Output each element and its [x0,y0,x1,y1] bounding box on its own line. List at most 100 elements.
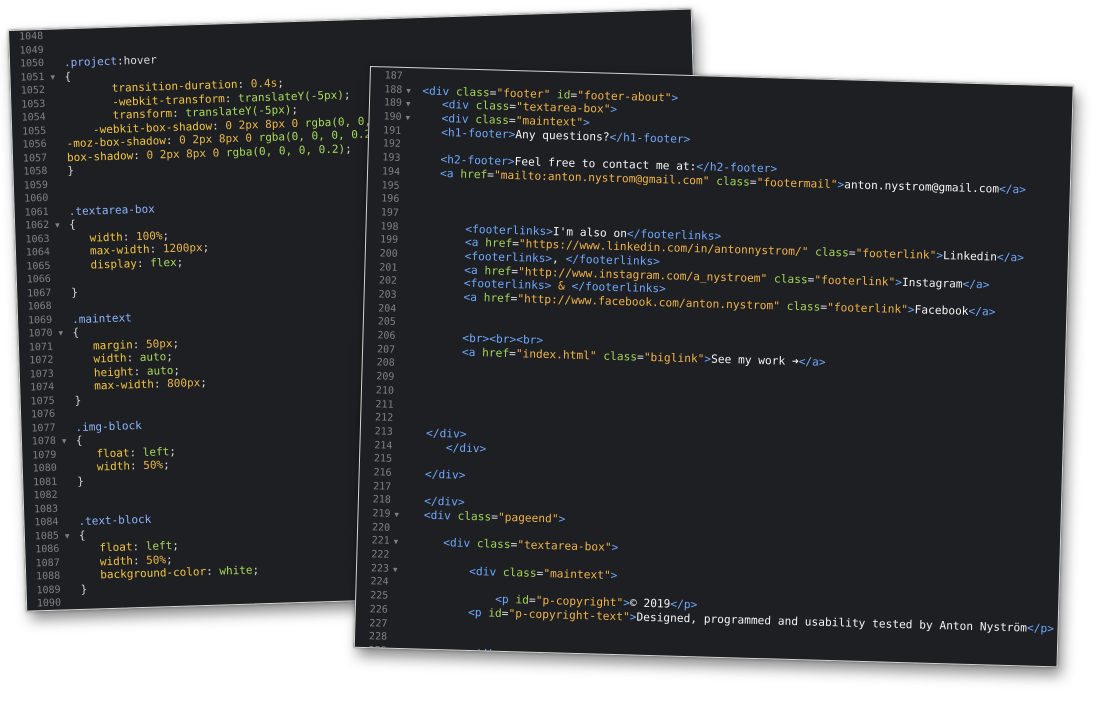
code-token: : [149,242,164,256]
line-number: 225 [369,590,389,602]
code-token: </a> [962,277,990,292]
code-token: class [779,299,821,314]
code-token: href [460,167,488,182]
code-token: > [671,91,679,105]
line-number: 1090 [36,597,62,610]
code-token: class [502,565,537,580]
code-text: } [74,393,81,407]
fold-arrow-icon[interactable]: ▼ [394,508,399,522]
code-token: : [129,458,144,473]
fold-arrow-icon[interactable]: ▼ [62,434,67,448]
line-number: 1064 [25,246,51,259]
line-number: 226 [369,604,388,616]
fold-arrow-icon[interactable]: ▼ [50,70,55,84]
line-number: 214 [374,439,393,452]
code-token: Linkedin [942,249,998,264]
line-number: 227 [369,617,388,630]
line-number: 1089 [36,584,61,596]
fold-arrow-icon[interactable]: ▼ [58,326,63,340]
code-token: } [71,285,79,299]
code-token: class [709,174,751,189]
line-number: 1050 [19,57,45,70]
line-number: 207 [376,344,396,356]
code-token: & [551,279,572,294]
code-token: href [485,236,513,251]
code-token: ; [252,563,260,577]
code-token: ; [162,228,170,242]
line-number: 1085 [34,530,60,542]
code-token: margin [92,337,133,352]
code-token: display [90,256,138,272]
code-token: float [96,445,130,460]
line-number: 1051 [20,71,45,84]
code-token: id [515,593,530,607]
line-number: 223 [370,562,390,575]
code-token: <a [464,263,485,277]
line-number: 222 [371,549,390,561]
code-token: class [596,349,638,364]
line-number: 1053 [21,98,46,111]
line-number: 199 [379,234,399,247]
line-number: 228 [368,631,388,643]
code-token: : [133,148,147,162]
code-token: .project [63,54,118,70]
html-editor-panel[interactable]: 187 188 ▼ <div class="footer" id="footer-ab… [353,66,1074,668]
code-token: </div> [445,440,487,455]
code-token: <div [423,508,458,523]
code-token: </h2-footer> [696,160,778,176]
line-number: 196 [381,193,400,206]
code-token: "footerlink" [814,273,896,289]
line-number: 206 [377,330,396,342]
line-number: 1056 [22,138,47,151]
code-token: } [80,582,88,596]
code-token: </h1-footer> [609,130,691,146]
code-token: id [550,87,571,102]
code-token: <a [464,235,486,250]
code-token: width [99,553,134,568]
line-number: 191 [382,125,402,137]
line-number: 198 [380,220,399,233]
code-token: flex [149,255,177,270]
line-number: 1080 [32,462,57,475]
code-token: 0.4s [250,76,278,91]
code-token: 1200px [162,240,203,256]
line-number: 1061 [24,206,49,219]
code-token: width [96,459,131,474]
fold-arrow-icon[interactable]: ▼ [55,218,60,232]
line-number: 1048 [18,30,44,43]
code-token: </p> [1026,621,1055,636]
fold-arrow-icon[interactable]: ▼ [65,529,70,543]
code-text: } [67,164,74,178]
code-token: <a [463,290,484,305]
code-token: </a> [798,354,826,369]
fold-arrow-icon[interactable]: ▼ [405,111,410,125]
code-token: class [476,537,511,552]
code-token: <a [439,166,461,181]
fold-arrow-icon[interactable]: ▼ [406,97,411,111]
code-token: 50% [143,458,164,472]
code-token: : [224,91,239,105]
code-token: "footerlink" [855,246,937,263]
code-token: : [211,118,226,133]
line-number: 215 [373,453,393,466]
code-token: </p> [670,597,698,612]
line-number: 1083 [33,503,59,515]
line-number: 1070 [28,327,53,340]
code-token: : [165,133,180,148]
line-number: 1057 [22,152,48,165]
code-token: <h2-footer> [440,153,515,169]
code-text: { [69,218,76,232]
code-token: left [145,539,173,553]
line-number: 1078 [31,435,57,448]
line-number: 1058 [23,165,48,178]
code-token: "pageend" [497,510,559,526]
fold-arrow-icon[interactable]: ▼ [394,535,399,549]
fold-arrow-icon[interactable]: ▼ [393,563,398,577]
code-token: class [455,85,490,100]
fold-arrow-icon[interactable]: ▼ [406,84,411,98]
code-token: href [484,263,512,278]
line-number: 218 [372,494,392,507]
line-number: 194 [381,166,401,178]
line-number: 193 [382,152,401,165]
code-token: { [75,433,83,448]
